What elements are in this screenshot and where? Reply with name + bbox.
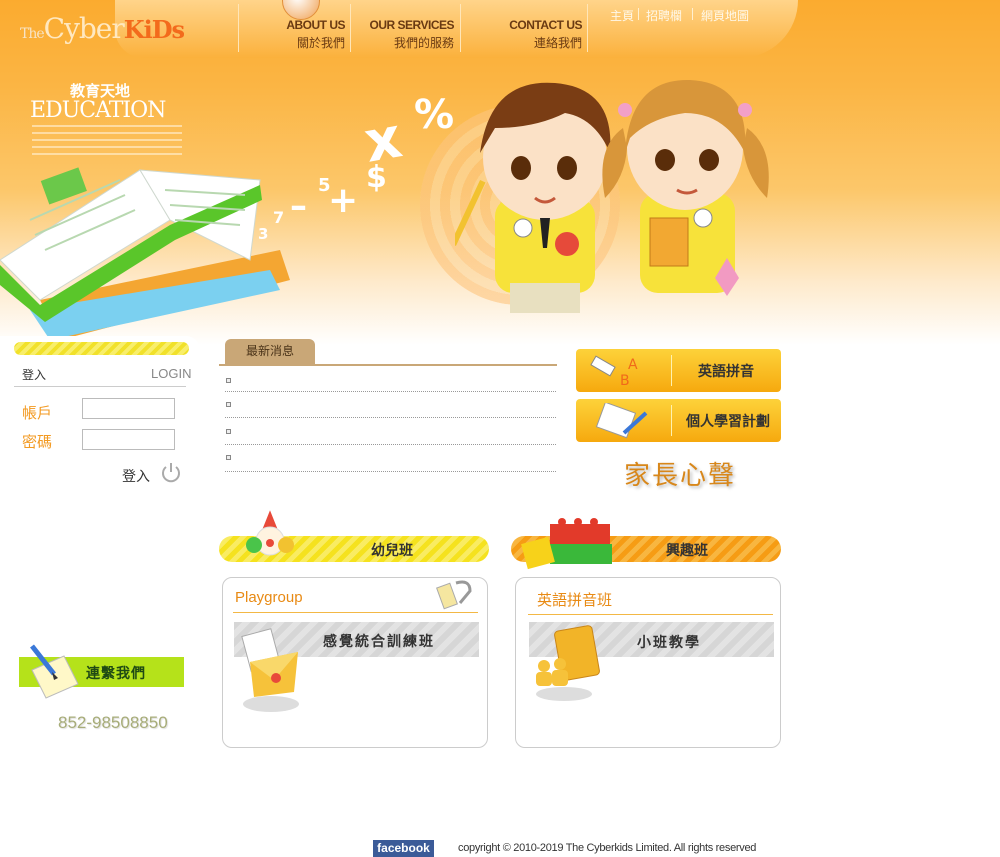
util-separator	[638, 8, 639, 20]
top-nav-bar	[115, 0, 798, 58]
minus-symbol: –	[290, 186, 307, 226]
playgroup-title[interactable]: Playgroup	[235, 589, 303, 606]
login-divider	[14, 386, 186, 387]
nav-separator	[350, 4, 351, 52]
envelope-icon	[241, 628, 299, 712]
hero-title-en: EDUCATION	[30, 98, 166, 123]
nav-separator	[238, 4, 239, 52]
nav-our-services-zh: 我們的服務	[393, 36, 454, 50]
toddler-class-label: 幼兒班	[371, 543, 413, 559]
digit-symbol: 5	[318, 175, 331, 196]
card-underline	[233, 612, 478, 613]
password-input[interactable]	[82, 429, 175, 450]
util-link-sitemap[interactable]: 網頁地圖	[701, 7, 749, 24]
nav-separator	[460, 4, 461, 52]
news-item[interactable]	[225, 470, 556, 472]
nav-separator	[587, 4, 588, 52]
news-item[interactable]	[225, 416, 556, 418]
interest-class-label: 興趣班	[666, 543, 708, 559]
logo-the: The	[20, 26, 45, 42]
login-title-en: LOGIN	[151, 366, 192, 381]
phonics-label: 英語拼音	[698, 364, 754, 380]
button-divider	[671, 355, 672, 386]
abc-blocks-icon: A B	[590, 355, 638, 389]
lego-bricks-icon	[521, 518, 612, 570]
news-tab[interactable]: 最新消息	[225, 339, 315, 364]
nav-our-services[interactable]: OUR SERVICES 我們的服務	[355, 18, 455, 51]
parents-voice-link[interactable]: 家長心聲	[624, 455, 736, 492]
digit-symbol: 7	[273, 208, 285, 227]
svg-text:B: B	[620, 373, 630, 389]
digit-symbol: 9	[238, 235, 247, 249]
util-link-home[interactable]: 主頁	[610, 7, 634, 24]
learning-plan-label: 個人學習計劃	[686, 414, 770, 430]
nav-about-us-zh: 關於我們	[296, 36, 345, 50]
copyright-text: copyright © 2010-2019 The Cyberkids Limi…	[458, 842, 757, 854]
learning-plan-button[interactable]: 個人學習計劃	[576, 399, 781, 442]
clown-icon	[246, 507, 294, 556]
nav-our-services-en: OUR SERVICES	[369, 18, 455, 32]
open-book-icon	[0, 167, 290, 340]
nav-about-us-en: ABOUT US	[286, 18, 345, 32]
news-bullet-icon	[226, 455, 231, 460]
account-label: 帳戶	[22, 404, 53, 422]
news-divider	[219, 364, 557, 366]
dollar-symbol: $	[366, 160, 387, 195]
card-underline	[528, 614, 773, 615]
power-icon[interactable]	[160, 461, 182, 483]
util-separator	[692, 8, 693, 20]
svg-text:A: A	[628, 357, 638, 373]
plus-symbol: +	[328, 180, 359, 221]
book-people-icon	[536, 625, 600, 701]
login-submit-button[interactable]: 登入	[122, 466, 150, 486]
news-bullet-icon	[226, 378, 231, 383]
account-input[interactable]	[82, 398, 175, 419]
login-header-bar	[14, 342, 189, 355]
phonics-button[interactable]: A B 英語拼音	[576, 349, 781, 392]
news-item[interactable]	[225, 390, 556, 392]
small-class-label: 小班教學	[637, 635, 701, 651]
news-bullet-icon	[226, 429, 231, 434]
nav-contact-us[interactable]: CONTACT US 連絡我們	[490, 18, 582, 51]
kids-illustration	[455, 79, 769, 313]
sensory-class-label: 感覺統合訓練班	[323, 634, 435, 650]
contact-phone: 852-98508850	[58, 713, 168, 732]
contact-us-label: 連繫我們	[86, 666, 146, 682]
phonics-class-title[interactable]: 英語拼音班	[537, 589, 612, 610]
password-label: 密碼	[22, 433, 53, 451]
percent-symbol: %	[414, 92, 455, 138]
util-link-careers[interactable]: 招聘欄	[646, 7, 682, 24]
paperclip-icon	[436, 580, 472, 610]
nav-contact-us-zh: 連絡我們	[533, 36, 582, 50]
news-item[interactable]	[225, 443, 556, 445]
paper-pencil-icon	[595, 403, 648, 439]
login-title-zh: 登入	[22, 368, 47, 382]
hero-banner: TheCyberKiDs ABOUT US 關於我們 OUR SERVICES …	[0, 0, 1000, 345]
news-bullet-icon	[226, 402, 231, 407]
button-divider	[671, 405, 672, 436]
digit-symbol: 3	[258, 225, 269, 243]
nav-contact-us-en: CONTACT US	[509, 18, 582, 32]
pencil-note-icon	[30, 644, 79, 699]
facebook-link[interactable]: facebook	[373, 840, 434, 857]
logo-cyber: Cyber	[43, 12, 125, 45]
logo-kids: KiDs	[123, 15, 185, 44]
site-logo[interactable]: TheCyberKiDs	[20, 12, 185, 45]
nav-about-us[interactable]: ABOUT US 關於我們	[270, 18, 345, 51]
